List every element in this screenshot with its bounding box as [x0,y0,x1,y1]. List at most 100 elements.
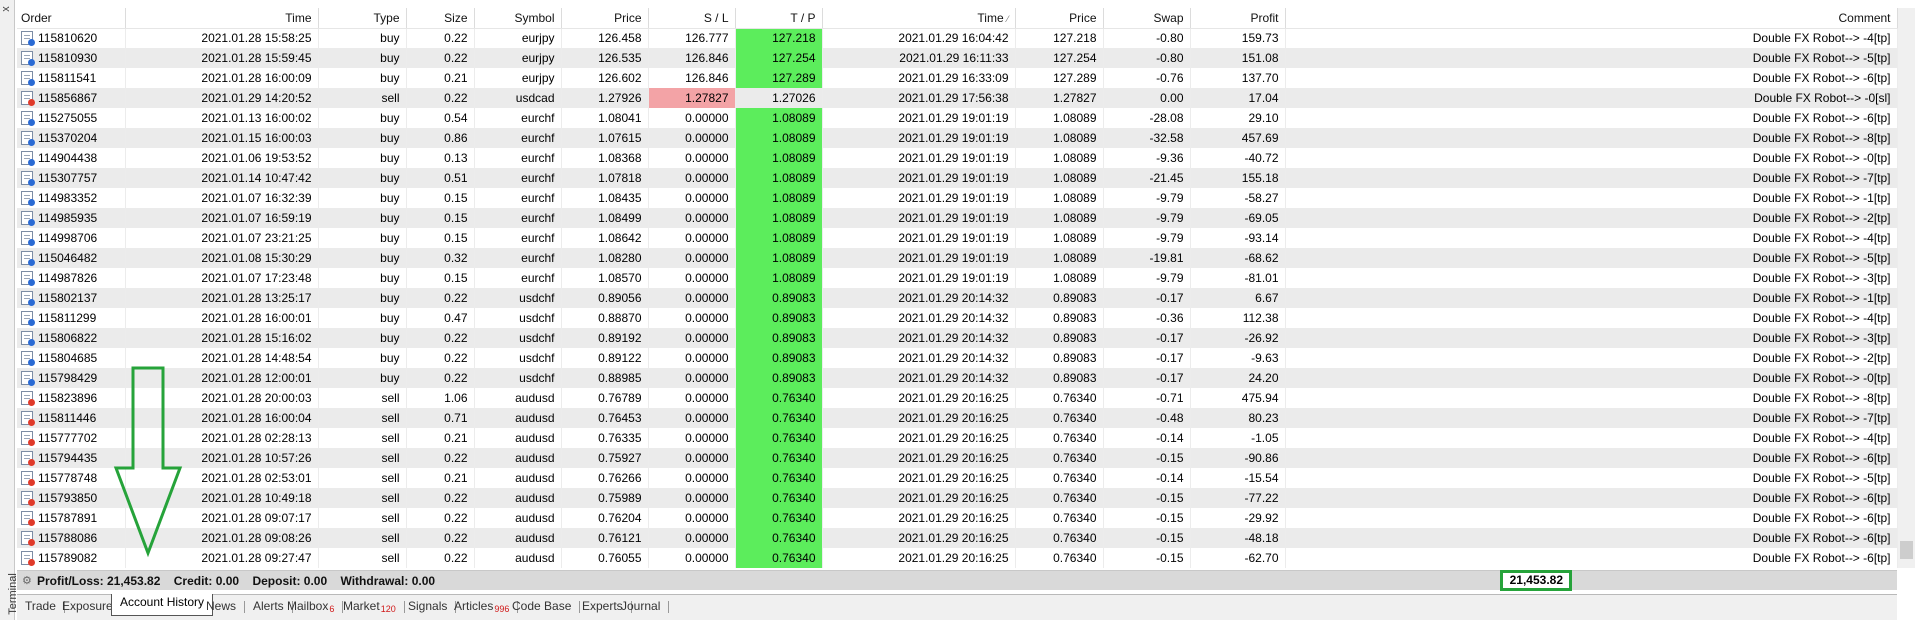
cell-type: buy [318,248,407,268]
table-row[interactable]: 115778748 2021.01.28 02:53:01 sell 0.21 audu… [17,468,1898,488]
table-row[interactable]: 115823896 2021.01.28 20:00:03 sell 1.06 audu… [17,388,1898,408]
cell-profit: -15.54 [1190,468,1286,488]
cell-tp: 1.08089 [735,248,823,268]
cell-profit: -77.22 [1190,488,1286,508]
col-header-sl[interactable]: S / L [648,8,736,29]
close-icon[interactable]: x [0,6,12,12]
tab-label: Journal [621,599,661,613]
order-number: 115810620 [38,31,98,46]
tab-news[interactable]: News [198,598,246,616]
col-header-symbol[interactable]: Symbol [474,8,562,29]
order-sell-icon [21,411,35,426]
col-header-tp[interactable]: T / P [735,8,823,29]
cell-close-price: 1.08089 [1015,248,1104,268]
col-header-order[interactable]: Order [17,8,126,29]
table-row[interactable]: 114904438 2021.01.06 19:53:52 buy 0.13 eurch… [17,148,1898,168]
table-row[interactable]: 115046482 2021.01.08 15:30:29 buy 0.32 eurch… [17,248,1898,268]
cell-tp: 0.76340 [735,388,823,408]
table-row[interactable]: 115307757 2021.01.14 10:47:42 buy 0.51 eurch… [17,168,1898,188]
table-row[interactable]: 115788086 2021.01.28 09:08:26 sell 0.22 audu… [17,528,1898,548]
col-header-swap[interactable]: Swap [1103,8,1191,29]
cell-symbol: eurchf [474,128,562,148]
table-row[interactable]: 115856867 2021.01.29 14:20:52 sell 0.22 usdc… [17,88,1898,108]
cell-swap: -28.08 [1103,108,1191,128]
order-number: 114985935 [38,211,98,225]
cell-type: buy [318,208,407,228]
order-buy-icon [21,51,35,66]
cell-comment: Double FX Robot--> -1[tp] [1285,188,1898,208]
cell-sl: 126.777 [648,28,736,48]
cell-sl: 0.00000 [648,168,736,188]
cell-sl: 0.00000 [648,248,736,268]
cell-tp: 0.76340 [735,428,823,448]
cell-price: 0.76055 [561,548,649,568]
scrollbar-thumb[interactable] [1900,541,1913,559]
cell-close-time: 2021.01.29 20:16:25 [822,508,1016,528]
col-header-size[interactable]: Size [406,8,475,29]
cell-symbol: eurchf [474,148,562,168]
table-row[interactable]: 114985935 2021.01.07 16:59:19 buy 0.15 eurch… [17,208,1898,228]
order-buy-icon [21,231,35,246]
col-header-type[interactable]: Type [318,8,407,29]
col-header-profit[interactable]: Profit [1190,8,1286,29]
table-row[interactable]: 115810930 2021.01.28 15:59:45 buy 0.22 eurjp… [17,48,1898,68]
cell-order: 115811299 [17,308,126,328]
table-row[interactable]: 115789082 2021.01.28 09:27:47 sell 0.22 audu… [17,548,1898,568]
cell-order: 115794435 [17,448,126,468]
cell-type: buy [318,328,407,348]
cell-type: sell [318,508,407,528]
table-row[interactable]: 115811446 2021.01.28 16:00:04 sell 0.71 audu… [17,408,1898,428]
cell-sl: 0.00000 [648,428,736,448]
cell-price: 1.08368 [561,148,649,168]
cell-swap: -0.80 [1103,48,1191,68]
cell-size: 0.15 [406,228,475,248]
table-row[interactable]: 115370204 2021.01.15 16:00:03 buy 0.86 eurch… [17,128,1898,148]
table-row[interactable]: 115275055 2021.01.13 16:00:02 buy 0.54 eurch… [17,108,1898,128]
table-row[interactable]: 115804685 2021.01.28 14:48:54 buy 0.22 usdch… [17,348,1898,368]
table-row[interactable]: 115794435 2021.01.28 10:57:26 sell 0.22 audu… [17,448,1898,468]
table-row[interactable]: 114983352 2021.01.07 16:32:39 buy 0.15 eurch… [17,188,1898,208]
table-row[interactable]: 115777702 2021.01.28 02:28:13 sell 0.21 audu… [17,428,1898,448]
cell-price: 0.75989 [561,488,649,508]
table-row[interactable]: 115806822 2021.01.28 15:16:02 buy 0.22 usdch… [17,328,1898,348]
table-row[interactable]: 114987826 2021.01.07 17:23:48 buy 0.15 eurch… [17,268,1898,288]
cell-profit: 457.69 [1190,128,1286,148]
vertical-scrollbar[interactable] [1898,8,1915,568]
table-row[interactable]: 115811299 2021.01.28 16:00:01 buy 0.47 usdch… [17,308,1898,328]
table-row[interactable]: 115798429 2021.01.28 12:00:01 buy 0.22 usdch… [17,368,1898,388]
table-row[interactable]: 115810620 2021.01.28 15:58:25 buy 0.22 eurjp… [17,28,1898,48]
cell-profit: 80.23 [1190,408,1286,428]
cell-symbol: audusd [474,488,562,508]
col-header-close-price[interactable]: Price [1015,8,1104,29]
col-header-close-time[interactable]: Time ⁄ [822,8,1016,29]
cell-profit: 475.94 [1190,388,1286,408]
cell-size: 0.47 [406,308,475,328]
cell-type: buy [318,288,407,308]
col-header-comment[interactable]: Comment [1285,8,1898,29]
table-row[interactable]: 114998706 2021.01.07 23:21:25 buy 0.15 eurch… [17,228,1898,248]
tab-mailbox[interactable]: Mailbox6 [279,598,344,616]
cell-close-price: 0.76340 [1015,528,1104,548]
cell-symbol: audusd [474,408,562,428]
cell-profit: 17.04 [1190,88,1286,108]
table-row[interactable]: 115787891 2021.01.28 09:07:17 sell 0.22 audu… [17,508,1898,528]
cell-type: sell [318,448,407,468]
tab-market[interactable]: Market120 [335,598,405,616]
cell-order: 114987826 [17,268,126,288]
cell-comment: Double FX Robot--> -6[tp] [1285,548,1898,568]
col-header-price[interactable]: Price [561,8,649,29]
tab-code-base[interactable]: Code Base [504,598,581,616]
cell-time: 2021.01.07 16:59:19 [125,208,319,228]
col-header-time[interactable]: Time [125,8,319,29]
table-row[interactable]: 115793850 2021.01.28 10:49:18 sell 0.22 audu… [17,488,1898,508]
cell-time: 2021.01.28 16:00:01 [125,308,319,328]
tab-journal[interactable]: Journal [613,598,670,616]
cell-close-price: 0.89083 [1015,348,1104,368]
cell-comment: Double FX Robot--> -5[tp] [1285,468,1898,488]
table-row[interactable]: 115802137 2021.01.28 13:25:17 buy 0.22 usdch… [17,288,1898,308]
cell-sl: 0.00000 [648,128,736,148]
cell-swap: -0.48 [1103,408,1191,428]
cell-size: 0.15 [406,188,475,208]
table-row[interactable]: 115811541 2021.01.28 16:00:09 buy 0.21 eurjp… [17,68,1898,88]
order-sell-icon [21,491,35,506]
